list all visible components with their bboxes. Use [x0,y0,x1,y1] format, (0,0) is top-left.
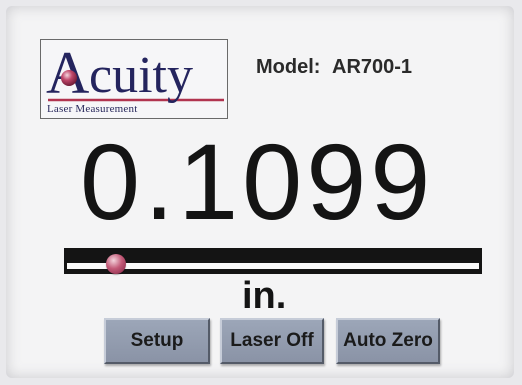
position-bar [64,248,482,274]
acuity-logo: A cuity Laser Measurement [40,39,228,119]
auto-zero-button[interactable]: Auto Zero [336,318,440,364]
measurement-reading: 0.1099 [80,121,435,242]
model-label: Model: [256,56,321,78]
laser-off-button[interactable]: Laser Off [220,318,324,364]
position-indicator [106,254,127,274]
logo-wordmark: cuity [89,47,193,104]
measurement-unit: in. [242,275,287,317]
position-bar-track [67,263,479,269]
model-info: Model: AR700-1 [256,56,412,79]
model-value: AR700-1 [332,56,413,78]
setup-button[interactable]: Setup [104,318,210,364]
display-screen: A cuity Laser Measurement Model: AR700-1… [6,6,514,378]
logo-subtitle: Laser Measurement [47,103,138,115]
